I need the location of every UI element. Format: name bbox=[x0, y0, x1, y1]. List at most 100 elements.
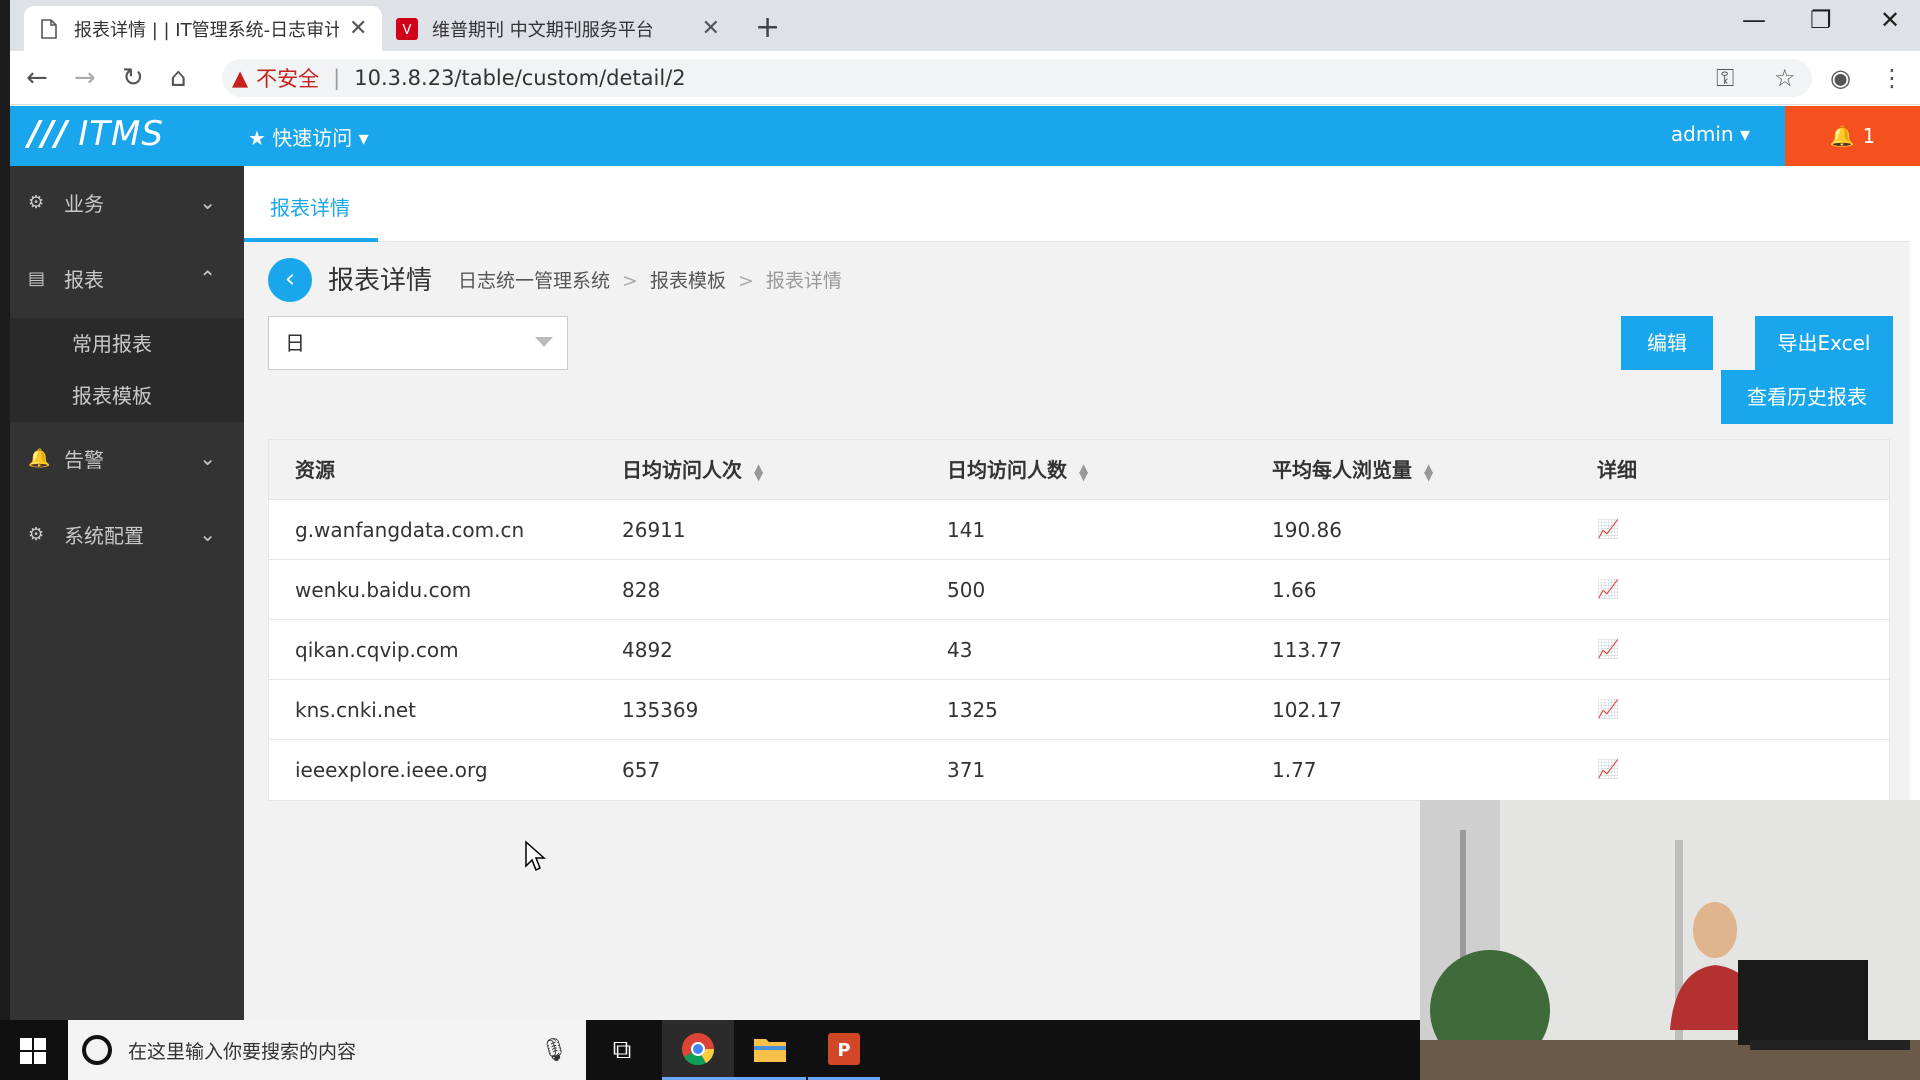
table-cell: 1.66 bbox=[1272, 578, 1317, 602]
table-cell: 828 bbox=[622, 578, 661, 602]
table-cell: 113.77 bbox=[1272, 638, 1342, 662]
column-header-sortable[interactable]: 日均访问人数 ▲ ▼ bbox=[947, 440, 1088, 500]
forward-icon[interactable]: → bbox=[74, 63, 96, 93]
new-tab-button[interactable]: + bbox=[755, 10, 780, 45]
report-icon: ▤ bbox=[28, 267, 46, 289]
table-cell: 1.77 bbox=[1272, 758, 1317, 782]
sidebar-item-business[interactable]: ⚙ 业务 ⌄ bbox=[10, 166, 244, 238]
microphone-icon[interactable]: 🎙 bbox=[540, 1038, 568, 1063]
table-cell: 43 bbox=[947, 638, 973, 662]
sidebar-subitem-common-reports[interactable]: 常用报表 bbox=[10, 318, 244, 370]
table-row: ieeexplore.ieee.org 657 371 1.77 📈 bbox=[269, 740, 1889, 800]
url-text: 10.3.8.23/table/custom/detail/2 bbox=[354, 66, 686, 90]
reload-icon[interactable]: ↻ bbox=[122, 63, 144, 93]
table-cell: 4892 bbox=[622, 638, 673, 662]
close-window-icon[interactable]: ✕ bbox=[1880, 6, 1900, 34]
address-bar[interactable]: ▲ 不安全 | 10.3.8.23/table/custom/detail/2 bbox=[222, 59, 1812, 97]
period-select[interactable]: 日 bbox=[268, 316, 568, 370]
table-cell: 371 bbox=[947, 758, 986, 782]
table-cell: kns.cnki.net bbox=[295, 698, 417, 722]
browser-tab[interactable]: V 维普期刊 中文期刊服务平台 ✕ bbox=[382, 6, 734, 51]
breadcrumb: 日志统一管理系统 > 报表模板 > 报表详情 bbox=[458, 270, 842, 292]
chevron-up-icon: ⌃ bbox=[199, 266, 216, 290]
line-chart-icon[interactable]: 📈 bbox=[1597, 740, 1619, 800]
sidebar-item-system-config[interactable]: ⚙ 系统配置 ⌄ bbox=[10, 498, 244, 570]
back-icon[interactable]: ← bbox=[26, 63, 48, 93]
close-tab-icon[interactable]: ✕ bbox=[349, 16, 367, 41]
notification-button[interactable]: 🔔 1 bbox=[1785, 106, 1920, 166]
bookmark-star-icon[interactable]: ☆ bbox=[1774, 64, 1796, 92]
table-row: wenku.baidu.com 828 500 1.66 📈 bbox=[269, 560, 1889, 620]
sidebar: ⚙ 业务 ⌄ ▤ 报表 ⌃ 常用报表 报表模板 🔔 告警 ⌄ ⚙ 系统配置 ⌄ bbox=[10, 166, 244, 1020]
sort-icon[interactable]: ▲ ▼ bbox=[754, 462, 763, 482]
column-header-sortable[interactable]: 日均访问人次 ▲ ▼ bbox=[622, 440, 763, 500]
browser-toolbar: ← → ↻ ⌂ ▲ 不安全 | 10.3.8.23/table/custom/d… bbox=[10, 51, 1920, 105]
security-label: 不安全 bbox=[256, 67, 320, 91]
powerpoint-icon[interactable]: P bbox=[808, 1020, 880, 1080]
app-header: ///ITMS ★ 快速访问 ▾ admin ▾ 🔔 1 bbox=[10, 106, 1920, 166]
recording-border bbox=[0, 0, 10, 1080]
menu-dots-icon[interactable]: ⋮ bbox=[1880, 64, 1904, 92]
table-cell: 141 bbox=[947, 518, 986, 542]
presenter-video-image bbox=[1420, 800, 1920, 1080]
table-cell: 500 bbox=[947, 578, 986, 602]
reports-submenu: 常用报表 报表模板 bbox=[10, 318, 244, 422]
windows-start-icon[interactable] bbox=[20, 1038, 46, 1064]
windows-taskbar: 在这里输入你要搜索的内容 🎙 ⧉ P bbox=[0, 1020, 1420, 1080]
line-chart-icon[interactable]: 📈 bbox=[1597, 500, 1619, 560]
sidebar-item-reports[interactable]: ▤ 报表 ⌃ bbox=[10, 242, 244, 314]
column-header: 详细 bbox=[1597, 458, 1637, 482]
edit-button[interactable]: 编辑 bbox=[1621, 316, 1713, 370]
close-tab-icon[interactable]: ✕ bbox=[702, 16, 720, 41]
app-logo[interactable]: ///ITMS bbox=[28, 114, 164, 154]
line-chart-icon[interactable]: 📈 bbox=[1597, 680, 1619, 740]
minimize-icon[interactable]: — bbox=[1742, 6, 1766, 34]
svg-text:V: V bbox=[403, 23, 412, 38]
table-cell: wenku.baidu.com bbox=[295, 578, 472, 602]
sort-icon[interactable]: ▲ ▼ bbox=[1079, 462, 1088, 482]
chevron-down-icon: ⌄ bbox=[199, 522, 216, 546]
mouse-cursor-icon bbox=[525, 840, 546, 872]
sort-icon[interactable]: ▲ ▼ bbox=[1424, 462, 1433, 482]
warning-icon: ▲ bbox=[232, 66, 249, 90]
breadcrumb-item[interactable]: 报表模板 bbox=[650, 270, 726, 292]
chrome-icon[interactable] bbox=[662, 1020, 734, 1080]
bell-icon: 🔔 bbox=[1829, 124, 1855, 148]
profile-icon[interactable]: ◉ bbox=[1830, 64, 1851, 92]
home-icon[interactable]: ⌂ bbox=[170, 63, 187, 93]
column-header-sortable[interactable]: 平均每人浏览量 ▲ ▼ bbox=[1272, 440, 1433, 500]
table-cell: 135369 bbox=[622, 698, 699, 722]
star-icon: ★ bbox=[248, 126, 266, 150]
task-view-icon[interactable]: ⧉ bbox=[586, 1020, 658, 1080]
page-icon bbox=[38, 18, 60, 40]
line-chart-icon[interactable]: 📈 bbox=[1597, 560, 1619, 620]
file-explorer-icon[interactable] bbox=[734, 1020, 806, 1080]
vip-favicon-icon: V bbox=[396, 17, 418, 40]
restore-icon[interactable]: ❐ bbox=[1810, 6, 1832, 34]
caret-down-icon: ▾ bbox=[358, 126, 369, 150]
sidebar-subitem-report-templates[interactable]: 报表模板 bbox=[10, 370, 244, 422]
quick-access-menu[interactable]: ★ 快速访问 ▾ bbox=[248, 122, 369, 151]
back-button[interactable]: ‹ bbox=[268, 258, 312, 302]
tab-report-detail[interactable]: 报表详情 bbox=[270, 192, 350, 221]
tab-title: 报表详情 | | IT管理系统-日志审计 bbox=[74, 19, 339, 41]
browser-tab-active[interactable]: 报表详情 | | IT管理系统-日志审计 ✕ bbox=[24, 6, 382, 51]
page-title: 报表详情 bbox=[328, 266, 433, 296]
browser-tab-bar: 报表详情 | | IT管理系统-日志审计 ✕ V 维普期刊 中文期刊服务平台 ✕… bbox=[10, 0, 1920, 51]
breadcrumb-item[interactable]: 日志统一管理系统 bbox=[458, 270, 610, 292]
view-history-button[interactable]: 查看历史报表 bbox=[1721, 370, 1893, 424]
caret-down-icon: ▾ bbox=[1739, 122, 1750, 146]
export-excel-button[interactable]: 导出Excel bbox=[1755, 316, 1893, 370]
svg-text:P: P bbox=[837, 1040, 850, 1061]
chevron-down-icon: ⌄ bbox=[199, 446, 216, 470]
taskbar-search[interactable]: 在这里输入你要搜索的内容 🎙 bbox=[68, 1020, 586, 1080]
key-icon[interactable]: ⚿ bbox=[1716, 64, 1734, 92]
table-cell: ieeexplore.ieee.org bbox=[295, 758, 488, 782]
table-header-row: 资源 日均访问人次 ▲ ▼ 日均访问人数 ▲ ▼ 平均每人浏览量 ▲ ▼ 详细 bbox=[269, 440, 1889, 500]
table-cell: qikan.cqvip.com bbox=[295, 638, 459, 662]
sidebar-item-alerts[interactable]: 🔔 告警 ⌄ bbox=[10, 422, 244, 494]
table-cell: 657 bbox=[622, 758, 661, 782]
user-menu[interactable]: admin ▾ bbox=[1671, 122, 1750, 146]
address-separator: | bbox=[333, 66, 341, 90]
line-chart-icon[interactable]: 📈 bbox=[1597, 620, 1619, 680]
